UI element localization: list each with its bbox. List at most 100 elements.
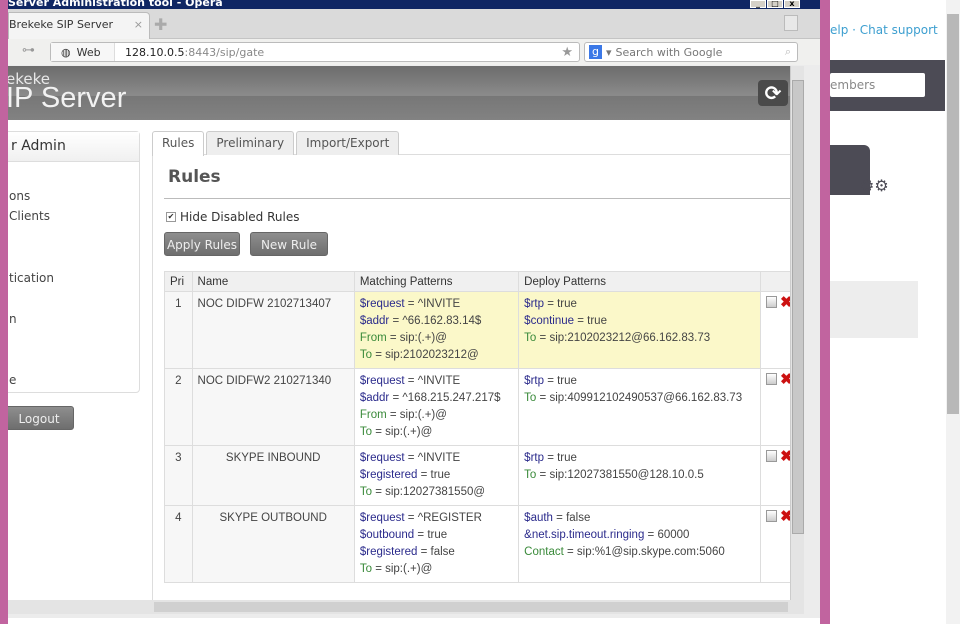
sidebar-item[interactable]: n: [9, 312, 17, 326]
sidebar-item[interactable]: ons: [9, 189, 30, 203]
pattern-value: sip:12027381550@128.10.0.5: [549, 469, 704, 481]
pattern-key: &net.sip.timeout.ringing: [524, 529, 645, 541]
pattern-value: false: [566, 512, 591, 524]
scrollbar-thumb[interactable]: [947, 14, 959, 414]
scrollbar-thumb[interactable]: [792, 80, 804, 534]
copy-icon[interactable]: [766, 373, 778, 385]
divider: [164, 198, 790, 199]
pattern-line: $registered = true: [359, 469, 451, 481]
sidebar-item[interactable]: tication: [9, 271, 54, 285]
column-header: Pri: [164, 271, 193, 292]
pattern-key: To: [524, 469, 537, 481]
rules-table: Pri Name Matching Patterns Deploy Patter…: [164, 271, 790, 583]
pattern-value: ^INVITE: [417, 298, 461, 310]
sidebar-item[interactable]: Clients: [9, 209, 50, 223]
sidebar-item[interactable]: e: [9, 373, 16, 387]
url-host: 128.10.0.5: [125, 45, 185, 59]
star-icon[interactable]: ★: [561, 45, 573, 60]
pattern-key: To: [359, 563, 372, 575]
delete-icon[interactable]: ✖: [780, 508, 790, 525]
refresh-icon[interactable]: ⟳: [758, 80, 788, 106]
pattern-line: $rtp = true: [524, 375, 577, 387]
copy-icon[interactable]: [766, 510, 778, 522]
window-frame-right: [820, 0, 830, 624]
table-row[interactable]: 3 SKYPE INBOUND $request = ^INVITE $regis…: [164, 445, 790, 506]
tab-bar: Brekeke SIP Server Admi...× ✚: [8, 9, 820, 55]
browser-tab[interactable]: Brekeke SIP Server Admi...×: [8, 12, 150, 55]
hide-disabled-checkbox[interactable]: ✔ Hide Disabled Rules: [166, 210, 300, 224]
delete-icon[interactable]: ✖: [780, 294, 790, 311]
delete-icon[interactable]: ✖: [780, 448, 790, 465]
pattern-value: sip:(.+)@: [399, 332, 447, 344]
pattern-line: To = sip:(.+)@: [359, 426, 433, 438]
checkbox-icon[interactable]: ✔: [166, 212, 176, 222]
row-actions: ✖: [760, 445, 790, 506]
vertical-scrollbar[interactable]: [790, 66, 804, 600]
pattern-line: $request = ^INVITE: [359, 298, 461, 310]
page-tabs: Rules Preliminary Import/Export: [152, 131, 401, 156]
close-window-button[interactable]: x: [784, 0, 800, 8]
pattern-value: sip:2102023212@: [385, 349, 479, 361]
rule-name[interactable]: NOC DIDFW 2102713407: [191, 291, 355, 369]
dropdown-icon[interactable]: ▾: [606, 46, 612, 59]
close-tab-icon[interactable]: ×: [134, 13, 143, 37]
rule-name[interactable]: SKYPE INBOUND: [191, 445, 355, 506]
pattern-line: $addr = ^66.162.83.14$: [359, 315, 482, 327]
globe-icon: ◍: [61, 45, 71, 59]
rule-name[interactable]: SKYPE OUTBOUND: [191, 505, 355, 583]
minimize-button[interactable]: _: [750, 0, 766, 8]
copy-icon[interactable]: [766, 296, 778, 308]
pattern-value: ^INVITE: [417, 452, 461, 464]
new-tab-button[interactable]: ✚: [154, 15, 167, 34]
matching-patterns: $request = ^REGISTER $outbound = true $reg…: [353, 505, 520, 583]
pattern-line: $registered = false: [359, 546, 455, 558]
pattern-key: From: [359, 409, 387, 421]
priority: 1: [164, 291, 193, 369]
pattern-value: sip:(.+)@: [399, 409, 447, 421]
rule-name[interactable]: NOC DIDFW2 210271340: [191, 368, 355, 446]
url-field[interactable]: ◍ Web 128.10.0.5:8443/sip/gate ★: [50, 42, 580, 62]
apply-rules-button[interactable]: Apply Rules: [164, 232, 240, 256]
table-row[interactable]: 2 NOC DIDFW2 210271340 $request = ^INVIT…: [164, 368, 790, 446]
scrollbar-thumb[interactable]: [154, 602, 788, 612]
background-links[interactable]: elp · Chat support: [830, 23, 938, 37]
tab-preliminary[interactable]: Preliminary: [206, 131, 295, 155]
pattern-key: To: [524, 332, 537, 344]
pattern-key: To: [359, 349, 372, 361]
key-icon[interactable]: ⊶: [22, 43, 35, 58]
maximize-button[interactable]: □: [767, 0, 783, 8]
trash-icon[interactable]: [784, 15, 798, 31]
copy-icon[interactable]: [766, 450, 778, 462]
table-row[interactable]: 1 NOC DIDFW 2102713407 $request = ^INVIT…: [164, 291, 790, 369]
pattern-value: ^INVITE: [417, 375, 461, 387]
column-header: Deploy Patterns: [518, 271, 762, 292]
pattern-value: true: [557, 298, 577, 310]
column-header: Name: [191, 271, 355, 292]
logout-button[interactable]: Logout: [8, 406, 74, 430]
deploy-patterns: $rtp = true To = sip:409912102490537@66.1…: [518, 368, 762, 446]
delete-icon[interactable]: ✖: [780, 371, 790, 388]
window-title: Server Administration tool - Opera: [8, 0, 223, 9]
pattern-key: $registered: [359, 546, 418, 558]
tab-import-export[interactable]: Import/Export: [296, 131, 400, 155]
background-search-input[interactable]: embers: [830, 73, 925, 97]
title-bar: Server Administration tool - Opera _ □ x: [8, 0, 820, 9]
pattern-value: true: [427, 529, 448, 541]
app-header: ekeke IP Server ⟳: [8, 66, 790, 120]
pattern-key: $rtp: [524, 298, 544, 310]
pattern-value: sip:(.+)@: [385, 563, 433, 575]
gear-icon: ⚙⚙: [860, 176, 889, 195]
new-rule-button[interactable]: New Rule: [250, 232, 328, 256]
horizontal-scrollbar[interactable]: [8, 600, 804, 614]
pattern-line: $auth = false: [524, 512, 591, 524]
pattern-key: $request: [359, 512, 405, 524]
search-icon[interactable]: ⌕: [785, 45, 791, 59]
search-field[interactable]: g ▾ Search with Google ⌕: [584, 42, 798, 62]
table-row[interactable]: 4 SKYPE OUTBOUND $request = ^REGISTER $ou…: [164, 505, 790, 583]
pattern-line: To = sip:12027381550@: [359, 486, 486, 498]
background-scrollbar[interactable]: [946, 0, 960, 624]
pattern-value: true: [557, 375, 577, 387]
tab-rules[interactable]: Rules: [152, 131, 205, 156]
checkbox-label: Hide Disabled Rules: [180, 210, 300, 224]
pattern-line: Contact = sip:%1@sip.skype.com:5060: [524, 546, 725, 558]
